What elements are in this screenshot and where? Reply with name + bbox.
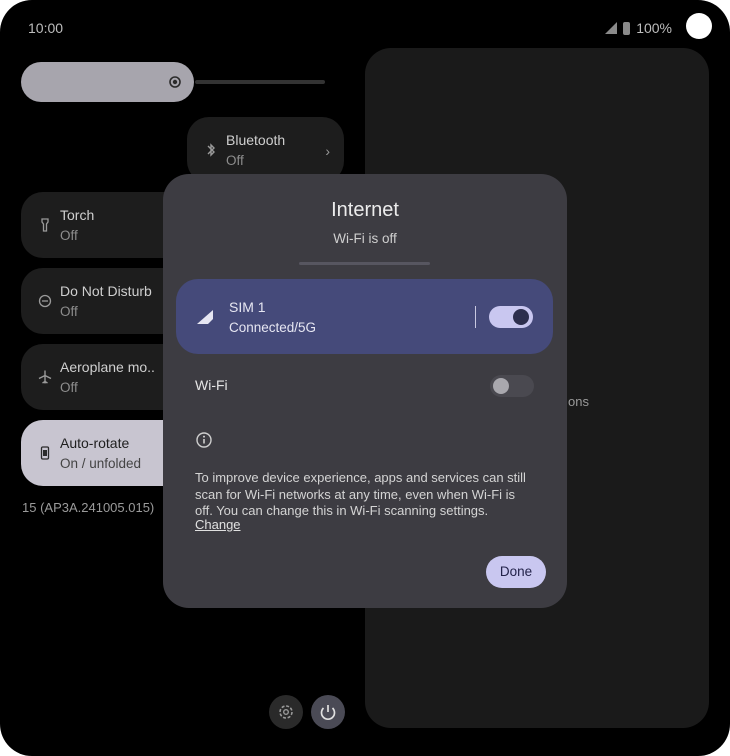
tile-state: Off [60,380,78,395]
sim-name: SIM 1 [229,299,266,315]
bluetooth-icon [207,143,215,157]
tile-state: Off [226,153,244,168]
sim-toggle[interactable] [489,306,533,328]
tile-title: Auto-rotate [60,435,130,451]
chevron-right-icon: › [325,143,330,159]
wifi-scanning-info: To improve device experience, apps and s… [195,470,526,518]
dialog-progress-bar [299,262,430,265]
power-button[interactable] [311,695,345,729]
do-not-disturb-icon [38,294,52,308]
tile-title: Aeroplane mo.. [60,359,155,375]
cell-signal-icon [197,310,213,324]
power-icon [320,705,336,720]
battery-percent: 100% [636,20,672,36]
tile-state: Off [60,228,78,243]
brightness-icon [169,76,181,88]
sim-card[interactable]: SIM 1 Connected/5G [176,279,553,354]
internet-dialog: Internet Wi-Fi is off SIM 1 Connected/5G… [163,174,567,608]
done-button[interactable]: Done [486,556,546,588]
panel-partial-text: ons [568,394,589,409]
battery-icon [623,21,631,35]
tile-title: Torch [60,207,95,223]
tile-title: Do Not Disturb [60,283,152,299]
tile-title: Bluetooth [226,132,286,148]
build-number[interactable]: 15 (AP3A.241005.015) [22,500,154,515]
rotate-icon [40,446,50,460]
device-screen: 10:00 100% ons Bluetooth Off › Torch Off… [0,0,730,756]
wifi-toggle[interactable] [490,375,534,397]
sim-status: Connected/5G [229,320,317,335]
dialog-title: Internet [331,199,399,221]
airplane-icon [38,370,52,384]
camera-cutout [686,13,712,39]
toggle-knob [513,309,529,325]
divider [475,306,476,328]
torch-icon [41,218,49,232]
brightness-track[interactable] [195,80,325,84]
change-link[interactable]: Change [195,517,241,532]
info-icon [196,432,212,448]
status-time: 10:00 [28,20,64,36]
tile-state: On / unfolded [60,456,142,471]
tile-state: Off [60,304,78,319]
gear-icon [279,705,293,719]
dialog-subtitle: Wi-Fi is off [333,231,397,246]
signal-icon [605,22,618,34]
status-icons: 100% [605,20,672,36]
settings-button[interactable] [269,695,303,729]
wifi-label: Wi-Fi [195,377,228,393]
toggle-knob [493,378,509,394]
